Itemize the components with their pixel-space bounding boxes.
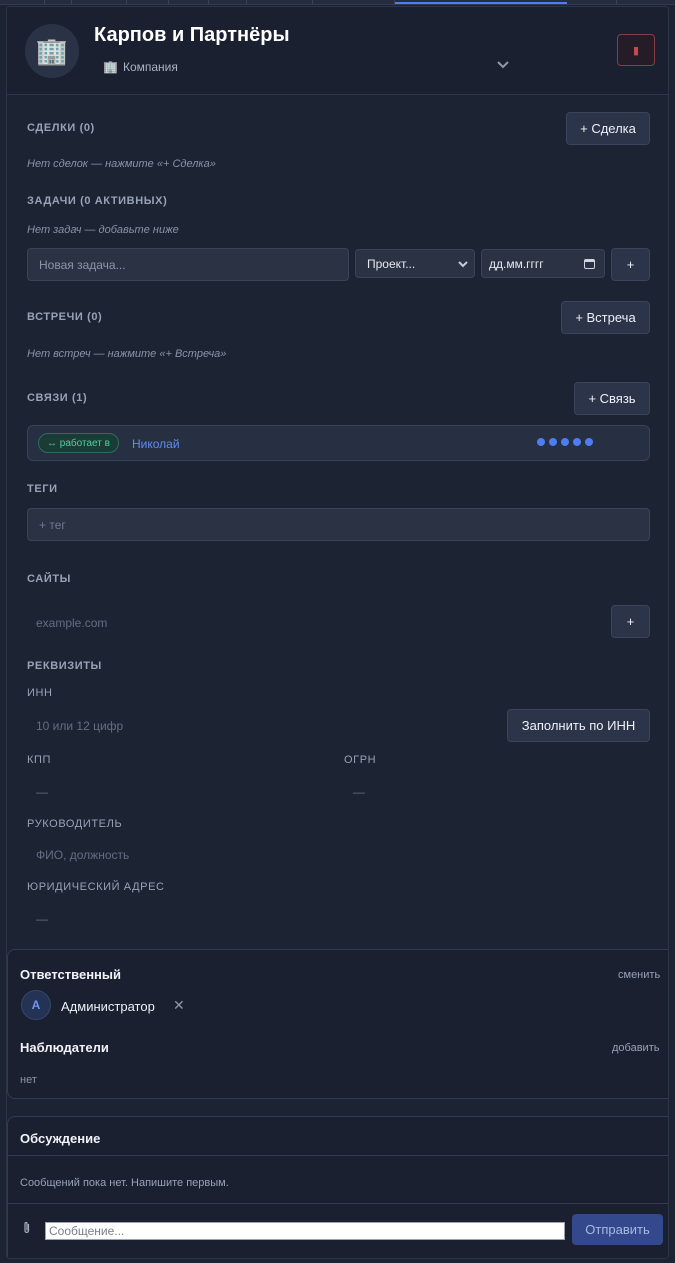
- company-building-icon: 🏢: [25, 24, 79, 78]
- calendar-icon[interactable]: [584, 258, 595, 272]
- record-panel: 🏢 Карпов и Партнёры 🏢 Компания ▮ СДЕЛКИ …: [6, 6, 669, 1259]
- tasks-section-label: ЗАДАЧИ (0 АКТИВНЫХ): [27, 195, 168, 207]
- links-section-label: СВЯЗИ (1): [27, 392, 88, 404]
- inn-label: ИНН: [27, 687, 53, 699]
- building-icon: 🏢: [103, 60, 118, 74]
- kpp-label: КПП: [27, 754, 52, 766]
- chevron-down-icon[interactable]: [495, 57, 511, 73]
- tab-active-indicator: [395, 2, 567, 4]
- trash-icon: ▮: [632, 44, 640, 57]
- observers-value: нет: [20, 1074, 37, 1086]
- add-deal-button[interactable]: + Сделка: [566, 112, 650, 145]
- record-title: Карпов и Партнёры: [94, 24, 290, 46]
- relation-badge: ↔ работает в: [38, 433, 119, 453]
- new-task-input[interactable]: Новая задача...: [27, 248, 349, 281]
- meetings-empty-note: Нет встреч — нажмите «+ Встреча»: [27, 348, 227, 360]
- site-input[interactable]: example.com: [27, 608, 587, 638]
- add-link-button[interactable]: + Связь: [574, 382, 650, 415]
- deals-empty-note: Нет сделок — нажмите «+ Сделка»: [27, 158, 216, 170]
- legal-address-label: ЮРИДИЧЕСКИЙ АДРЕС: [27, 881, 165, 893]
- fill-by-inn-button[interactable]: Заполнить по ИНН: [507, 709, 650, 742]
- tab[interactable]: [169, 0, 209, 4]
- tab[interactable]: [567, 0, 617, 4]
- tab[interactable]: [72, 0, 127, 4]
- send-button[interactable]: Отправить: [572, 1214, 663, 1245]
- divider: [8, 1155, 668, 1156]
- message-input[interactable]: Сообщение...: [45, 1222, 565, 1240]
- tasks-empty-note: Нет задач — добавьте ниже: [27, 224, 179, 236]
- observers-title: Наблюдатели: [20, 1040, 109, 1055]
- delete-button[interactable]: ▮: [617, 34, 655, 66]
- deals-section-label: СДЕЛКИ (0): [27, 122, 95, 134]
- project-select-value: Проект...: [367, 256, 416, 271]
- meetings-section-label: ВСТРЕЧИ (0): [27, 311, 103, 323]
- tab[interactable]: [209, 0, 247, 4]
- strength-dot[interactable]: [537, 438, 545, 446]
- discussion-title: Обсуждение: [20, 1131, 101, 1146]
- tab[interactable]: [45, 0, 72, 4]
- strength-dot[interactable]: [561, 438, 569, 446]
- tab[interactable]: [127, 0, 169, 4]
- director-input[interactable]: ФИО, должность: [27, 840, 647, 870]
- director-label: РУКОВОДИТЕЛЬ: [27, 818, 123, 830]
- record-header: 🏢 Карпов и Партнёры 🏢 Компания ▮: [7, 7, 668, 95]
- responsible-title: Ответственный: [20, 967, 121, 982]
- record-type-selector[interactable]: 🏢 Компания: [103, 60, 178, 74]
- message-composer: Сообщение... Отправить: [7, 1199, 668, 1258]
- discussion-empty-note: Сообщений пока нет. Напишите первым.: [20, 1177, 229, 1189]
- tags-section-label: ТЕГИ: [27, 483, 58, 495]
- chevron-down-icon: [458, 259, 468, 271]
- legal-address-input[interactable]: —: [27, 904, 647, 934]
- change-responsible-link[interactable]: сменить: [618, 969, 660, 981]
- relation-strength-rating[interactable]: [537, 438, 593, 446]
- ogrn-label: ОГРН: [344, 754, 377, 766]
- kpp-input[interactable]: —: [27, 777, 327, 807]
- add-site-button[interactable]: +: [611, 605, 650, 638]
- due-date-input[interactable]: дд.мм.гггг: [481, 249, 605, 278]
- avatar: А: [21, 990, 51, 1020]
- tag-input[interactable]: + тег: [27, 508, 650, 541]
- add-observer-link[interactable]: добавить: [612, 1042, 659, 1054]
- record-type-label: Компания: [122, 60, 178, 74]
- due-date-placeholder: дд.мм.гггг: [489, 256, 544, 271]
- add-task-button[interactable]: +: [611, 248, 650, 281]
- tab[interactable]: [313, 0, 395, 4]
- paperclip-icon[interactable]: [23, 1221, 31, 1238]
- tab[interactable]: [247, 0, 313, 4]
- responsible-user-name: Администратор: [61, 999, 155, 1014]
- add-meeting-button[interactable]: + Встреча: [561, 301, 650, 334]
- responsible-card: Ответственный сменить А Администратор ✕ …: [7, 949, 668, 1099]
- requisites-section-label: РЕКВИЗИТЫ: [27, 660, 102, 672]
- sites-section-label: САЙТЫ: [27, 573, 72, 585]
- tab-strip: [0, 0, 675, 5]
- strength-dot[interactable]: [573, 438, 581, 446]
- ogrn-input[interactable]: —: [344, 777, 644, 807]
- project-select[interactable]: Проект...: [355, 249, 475, 278]
- inn-input[interactable]: 10 или 12 цифр: [27, 711, 497, 741]
- linked-contact-name[interactable]: Николай: [132, 437, 180, 451]
- strength-dot[interactable]: [585, 438, 593, 446]
- close-icon[interactable]: ✕: [173, 997, 185, 1014]
- strength-dot[interactable]: [549, 438, 557, 446]
- tab[interactable]: [0, 0, 45, 4]
- link-item[interactable]: ↔ работает в Николай: [27, 425, 650, 461]
